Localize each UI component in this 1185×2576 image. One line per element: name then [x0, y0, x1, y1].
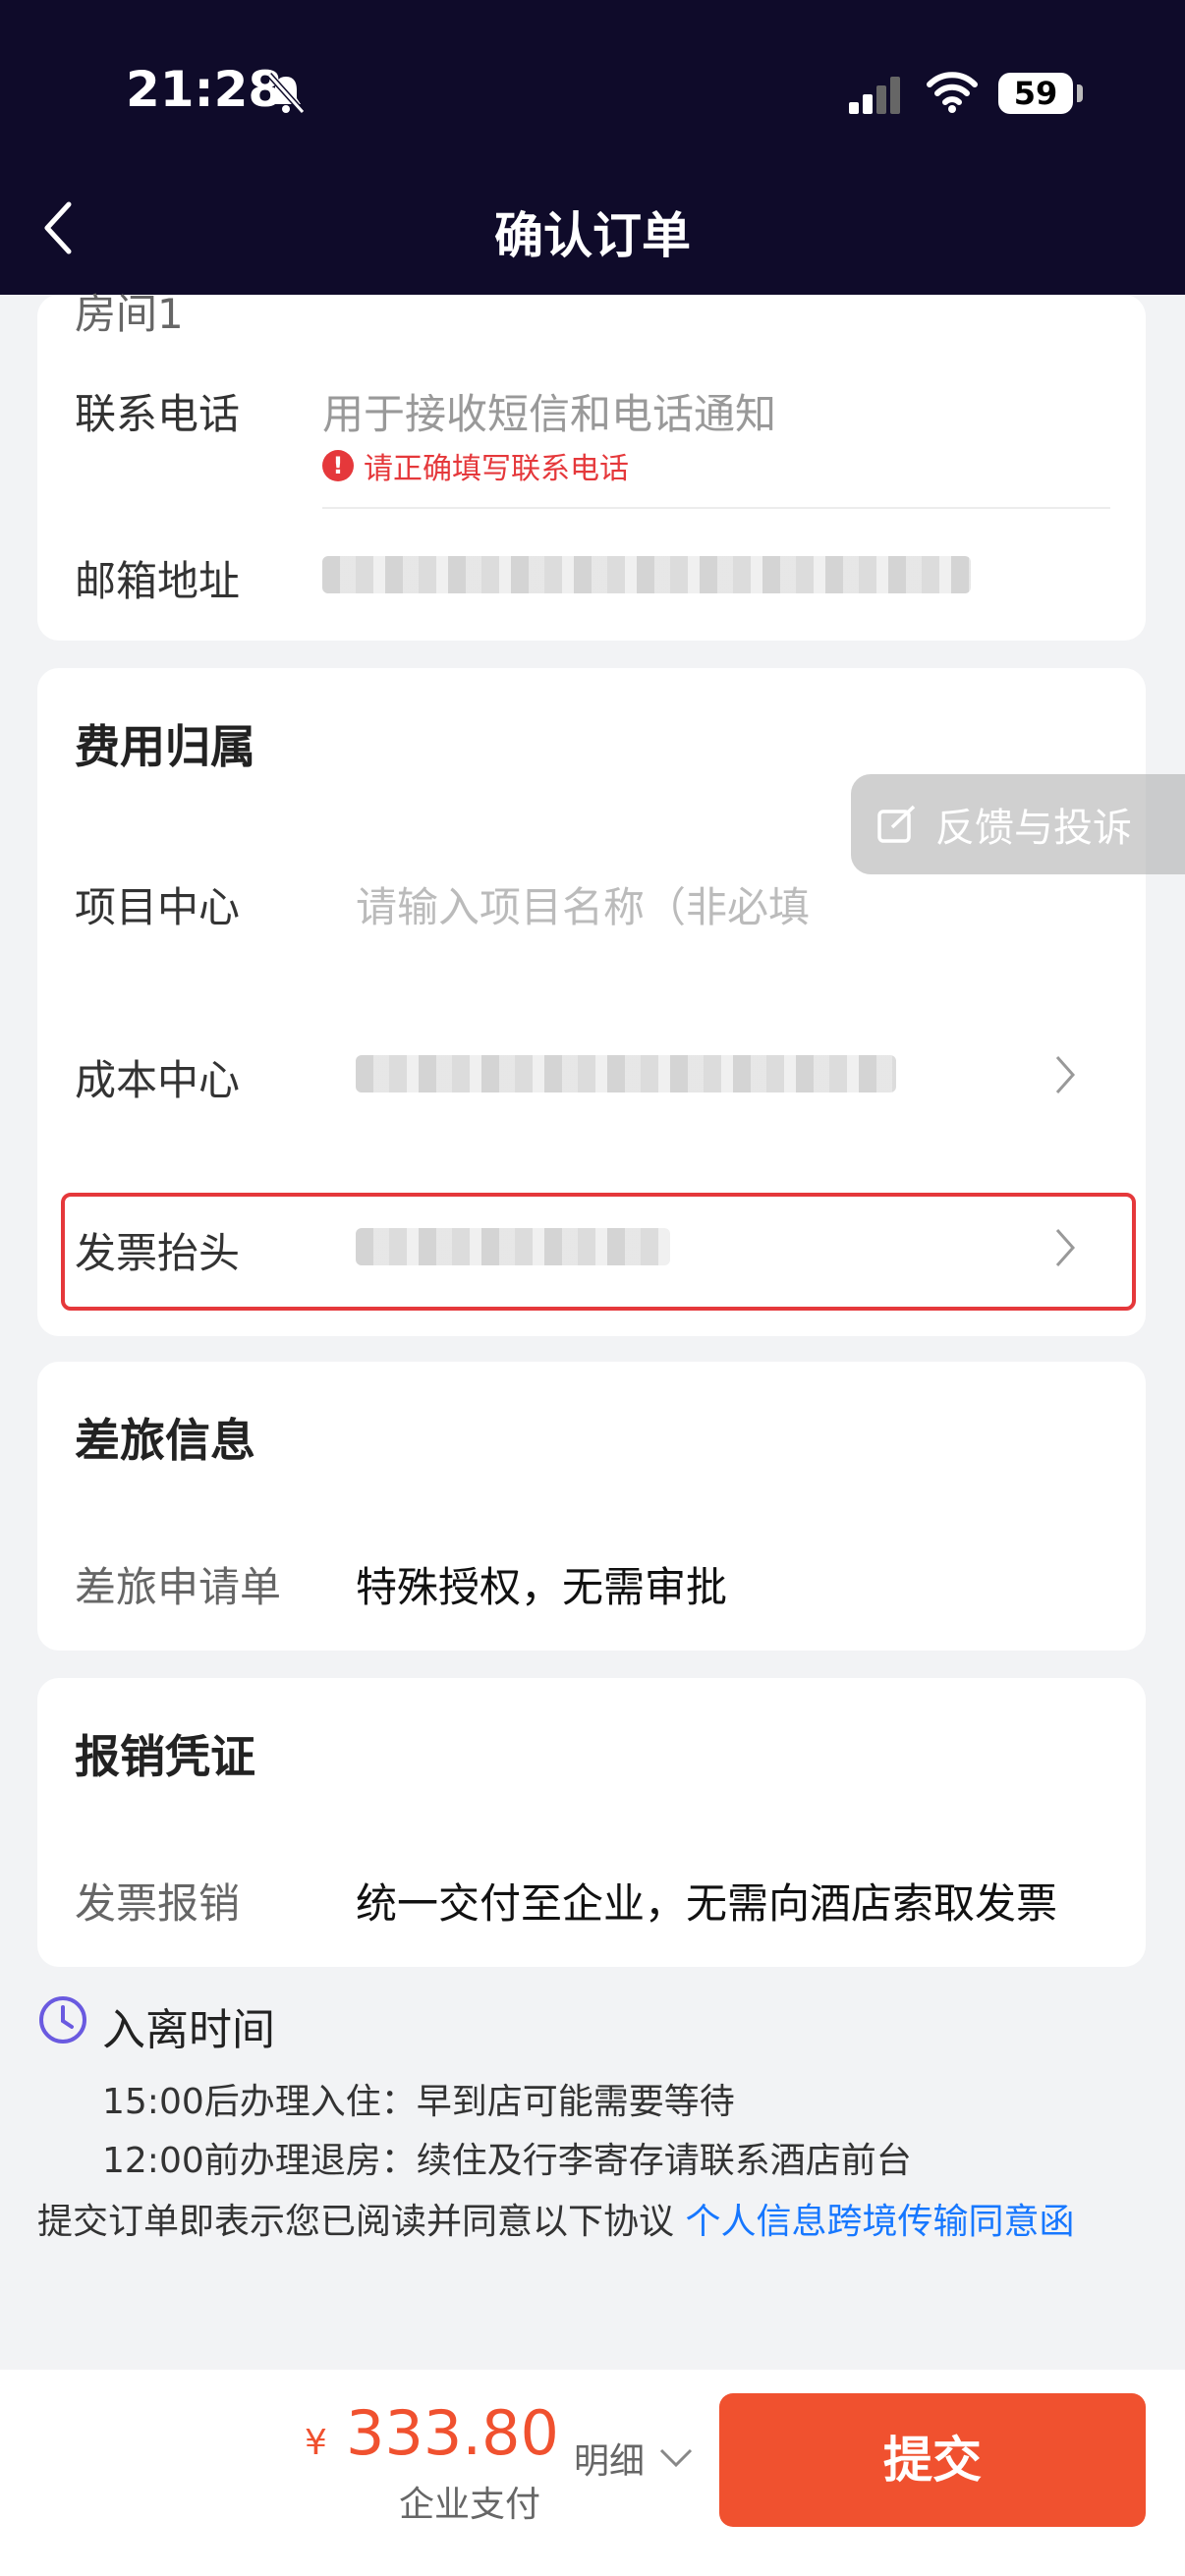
bottom-bar: ¥ 333.80 企业支付 明细 提交: [0, 2370, 1185, 2576]
phone-input[interactable]: 用于接收短信和电话通知: [322, 381, 776, 441]
email-value-redacted[interactable]: [322, 556, 971, 593]
submit-button[interactable]: 提交: [719, 2393, 1146, 2527]
error-icon: !: [322, 450, 354, 481]
wifi-icon: [927, 72, 978, 113]
bell-muted-icon: [266, 72, 306, 115]
invoice-reimburse-label: 发票报销: [75, 1879, 241, 1928]
checkout-time-line: 12:00前办理退房：续住及行李寄存请联系酒店前台: [102, 2141, 912, 2181]
currency-symbol: ¥: [305, 2423, 327, 2463]
project-label: 项目中心: [75, 883, 241, 931]
signal-icon: [849, 77, 900, 114]
travel-application-label: 差旅申请单: [75, 1563, 282, 1611]
divider: [322, 507, 1110, 509]
travel-section-title: 差旅信息: [75, 1414, 255, 1467]
cost-center-label: 成本中心: [75, 1056, 241, 1104]
chevron-right-icon[interactable]: [1053, 1053, 1077, 1096]
contact-card: 房间1 联系电话 用于接收短信和电话通知 ! 请正确填写联系电话 邮箱地址: [37, 290, 1146, 641]
page-title: 确认订单: [494, 207, 691, 264]
total-price: 333.80: [346, 2397, 559, 2469]
feedback-label: 反馈与投诉: [935, 806, 1132, 851]
top-bar: 21:28 59 确认订单: [0, 0, 1185, 295]
phone-label: 联系电话: [75, 390, 241, 438]
detail-label: 明细: [574, 2441, 646, 2482]
agreement-text: 提交订单即表示您已阅读并同意以下协议 个人信息跨境传输同意函: [37, 2193, 1074, 2244]
pay-method: 企业支付: [399, 2485, 541, 2525]
price-detail-toggle[interactable]: 明细: [574, 2433, 694, 2484]
agreement-label: 提交订单即表示您已阅读并同意以下协议: [37, 2202, 675, 2242]
invoice-reimburse-value: 统一交付至企业，无需向酒店索取发票: [356, 1879, 1058, 1928]
edit-icon: [877, 805, 916, 843]
travel-application-value: 特殊授权，无需审批: [356, 1563, 728, 1611]
checkin-title: 入离时间: [102, 2005, 275, 2055]
travel-card: 差旅信息 差旅申请单 特殊授权，无需审批: [37, 1362, 1146, 1651]
phone-error: ! 请正确填写联系电话: [322, 444, 629, 487]
checkin-time-line: 15:00后办理入住：早到店可能需要等待: [102, 2082, 735, 2122]
battery-nub: [1077, 84, 1083, 102]
status-time: 21:28: [126, 61, 283, 118]
project-input[interactable]: 请输入项目名称（非必填: [356, 874, 876, 934]
cost-section-title: 费用归属: [75, 720, 255, 773]
clock-icon: [39, 1996, 86, 2044]
reimburse-card: 报销凭证 发票报销 统一交付至企业，无需向酒店索取发票: [37, 1678, 1146, 1967]
email-label: 邮箱地址: [75, 557, 241, 605]
cost-center-value-redacted: [356, 1055, 896, 1092]
room-label: 房间1: [75, 290, 184, 338]
phone-error-text: 请正确填写联系电话: [364, 452, 629, 486]
reimburse-section-title: 报销凭证: [75, 1730, 255, 1783]
feedback-button[interactable]: 反馈与投诉: [851, 774, 1185, 874]
battery-indicator: 59: [998, 73, 1073, 114]
chevron-down-icon: [659, 2448, 693, 2468]
agreement-link[interactable]: 个人信息跨境传输同意函: [685, 2202, 1074, 2242]
invoice-title-highlight[interactable]: [61, 1193, 1136, 1311]
